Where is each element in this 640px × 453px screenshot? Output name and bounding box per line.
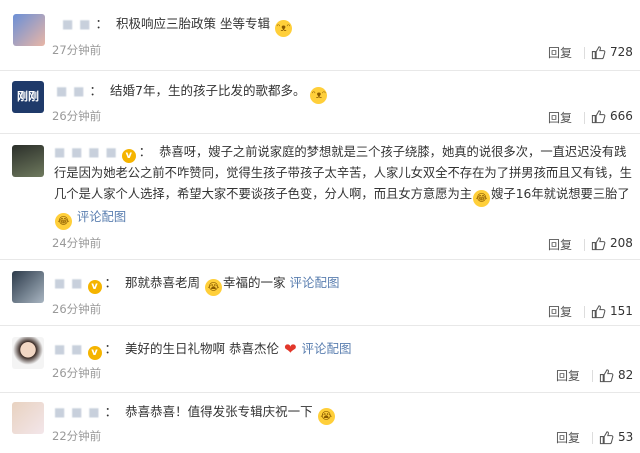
divider <box>584 112 585 124</box>
comment-text: 那就恭喜老周 <box>125 275 201 290</box>
comment-text-line: 恭喜呀，嫂子之前说家庭的梦想就是三个孩子绕膝，她真的说很多次，一直迟迟没有践 <box>159 145 627 159</box>
comment-item: ■ ■ ■ ■ v： 恭喜呀，嫂子之前说家庭的梦想就是三个孩子绕膝，她真的说很多次，… <box>0 133 640 260</box>
avatar-logo-text: 刚刚 <box>17 90 39 103</box>
thumbs-up-icon <box>591 45 606 59</box>
avatar[interactable] <box>12 337 44 369</box>
comment-item: ■ ■ v： 美好的生日礼物啊 恭喜杰伦 ❤ 评论配图 26分钟前 回复 82 <box>0 325 640 393</box>
username[interactable]: ■ ■ <box>62 14 92 35</box>
comment-item: 刚刚 ■ ■： 结婚7年，生的孩子比发的歌都多。 ᵔᴥᵔ 26分钟前 回复 666 <box>0 70 640 134</box>
reply-button[interactable]: 回复 <box>548 109 572 126</box>
comment-text: 积极响应三胎政策 坐等专辑 <box>116 16 270 31</box>
divider <box>592 370 593 382</box>
like-button[interactable]: 666 <box>591 106 633 126</box>
like-button[interactable]: 208 <box>591 233 633 253</box>
timestamp: 27分钟前 <box>52 43 102 57</box>
vip-badge-icon: v <box>87 346 102 360</box>
comment-text: 美好的生日礼物啊 恭喜杰伦 <box>125 341 279 356</box>
like-button[interactable]: 151 <box>591 301 633 321</box>
thumbs-up-icon <box>591 236 606 250</box>
comment-image-link[interactable]: 评论配图 <box>302 341 352 356</box>
smiling-face-emoji-icon: ᵔᴥᵔ <box>274 20 292 37</box>
username[interactable]: ■ ■ <box>54 273 84 294</box>
divider <box>584 306 585 318</box>
avatar[interactable] <box>13 14 45 46</box>
colon: ： <box>138 145 152 159</box>
divider <box>584 47 585 59</box>
timestamp: 22分钟前 <box>52 429 102 443</box>
reply-button[interactable]: 回复 <box>556 429 580 446</box>
like-count: 728 <box>610 45 633 59</box>
like-count: 666 <box>610 109 633 123</box>
username[interactable]: ■ ■ ■ <box>54 402 101 423</box>
colon: ： <box>104 341 118 356</box>
timestamp: 26分钟前 <box>52 366 102 380</box>
thumbs-up-icon <box>599 430 614 444</box>
like-count: 208 <box>610 236 633 250</box>
like-count: 53 <box>618 430 634 444</box>
celebrating-face-emoji-icon: 😭 <box>317 408 335 425</box>
timestamp: 26分钟前 <box>52 109 102 123</box>
reply-button[interactable]: 回复 <box>556 367 580 384</box>
thumbs-up-icon <box>591 109 606 123</box>
avatar[interactable]: 刚刚 <box>12 81 44 113</box>
thumbs-up-icon <box>599 368 614 382</box>
laughing-emoji-icon: 😂 <box>55 213 72 230</box>
avatar[interactable] <box>12 271 44 303</box>
comment-text-line: 嫂子16年就说想要三胎了 <box>491 187 630 201</box>
timestamp: 24分钟前 <box>52 236 102 250</box>
comment-item: ■ ■ v： 那就恭喜老周 😭 幸福的一家 评论配图 26分钟前 回复 151 <box>0 259 640 326</box>
comment-text: 幸福的一家 <box>223 275 286 290</box>
avatar[interactable] <box>12 402 44 434</box>
divider <box>592 432 593 444</box>
comment-text-line: 行是因为她老公之前不咋赞同，觉得生孩子带孩子太辛苦，人家儿女双全不存在为了拼男孩… <box>54 166 632 180</box>
timestamp: 26分钟前 <box>52 302 102 316</box>
comment-image-link[interactable]: 评论配图 <box>77 210 126 224</box>
vip-badge-icon: v <box>87 280 102 294</box>
colon: ： <box>89 83 103 98</box>
comment-item: ■ ■ ■： 恭喜恭喜！值得发张专辑庆祝一下 😭 22分钟前 回复 53 <box>0 392 640 453</box>
thumbs-up-icon <box>591 304 606 318</box>
like-count: 151 <box>610 304 633 318</box>
reply-button[interactable]: 回复 <box>548 236 572 253</box>
reply-button[interactable]: 回复 <box>548 44 572 61</box>
username[interactable]: ■ ■ ■ ■ <box>54 142 118 163</box>
like-button[interactable]: 728 <box>591 42 633 62</box>
comment-image-link[interactable]: 评论配图 <box>290 275 340 290</box>
colon: ： <box>104 404 118 419</box>
divider <box>584 239 585 251</box>
like-count: 82 <box>618 368 634 382</box>
like-button[interactable]: 53 <box>599 427 633 447</box>
vip-badge-icon: v <box>121 149 136 163</box>
heart-icon: ❤ <box>283 340 297 358</box>
comment-text: 结婚7年，生的孩子比发的歌都多。 <box>110 83 306 98</box>
colon: ： <box>104 275 118 290</box>
comment-text: 恭喜恭喜！值得发张专辑庆祝一下 <box>125 404 313 419</box>
reply-button[interactable]: 回复 <box>548 303 572 320</box>
avatar[interactable] <box>12 145 44 177</box>
comment-text-line: 几个是人家个人选择，希望大家不要谈孩子色变，分人啊，而且女方意愿为主 <box>54 187 473 201</box>
username[interactable]: ■ ■ <box>54 339 84 360</box>
like-button[interactable]: 82 <box>599 365 633 385</box>
laughing-emoji-icon: 😂 <box>473 190 491 207</box>
crying-face-emoji-icon: 😭 <box>205 279 223 296</box>
comment-item: ■ ■： 积极响应三胎政策 坐等专辑 ᵔᴥᵔ 27分钟前 回复 728 <box>0 0 640 71</box>
colon: ： <box>95 16 109 31</box>
smiling-face-emoji-icon: ᵔᴥᵔ <box>310 87 328 104</box>
username[interactable]: ■ ■ <box>56 81 86 102</box>
comment-feed: ■ ■：积极响应三胎政策 坐等专辑 ᵔᴥᵔ 27分钟前 回复 728 刚刚 ■ … <box>0 0 640 453</box>
